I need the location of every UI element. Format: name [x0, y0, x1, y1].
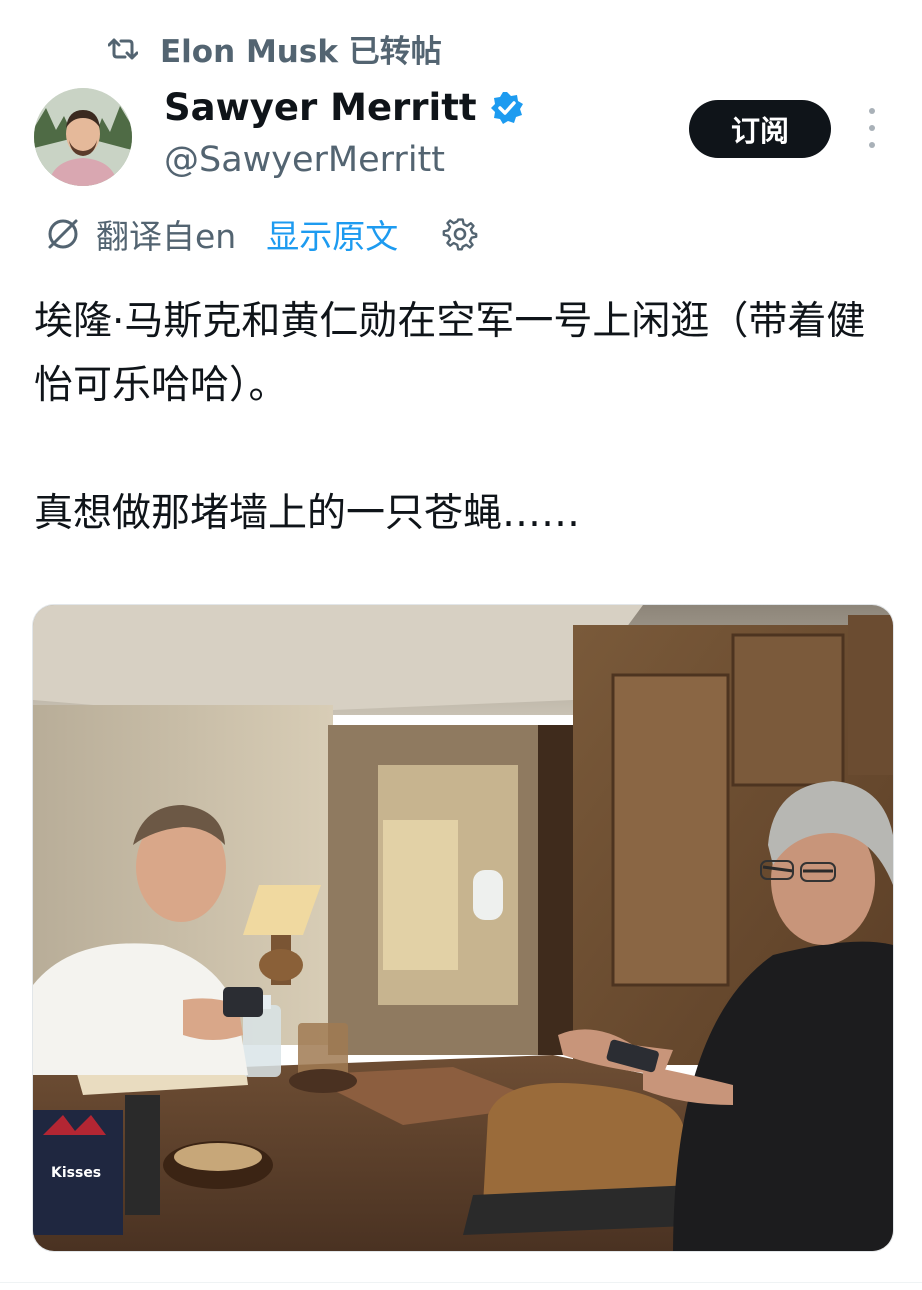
translation-bar: 翻译自en 显示原文: [44, 210, 478, 258]
translated-from-label: 翻译自en: [96, 217, 237, 256]
author-handle[interactable]: @SawyerMerritt: [164, 140, 445, 180]
display-name[interactable]: Sawyer Merritt: [164, 86, 477, 129]
more-icon[interactable]: [860, 108, 884, 148]
avatar-image: [34, 88, 132, 186]
photo-scene: Kisses: [33, 605, 893, 1251]
divider: [0, 1282, 922, 1283]
translate-icon: [48, 219, 78, 249]
kisses-box-label: Kisses: [51, 1165, 101, 1181]
show-original-link[interactable]: 显示原文: [266, 210, 398, 258]
author-name-row[interactable]: Sawyer Merritt: [164, 86, 525, 129]
verified-badge-icon: [490, 91, 523, 124]
subscribe-button[interactable]: 订阅: [689, 100, 831, 158]
repost-icon: [108, 38, 138, 59]
tweet-text: 埃隆·马斯克和黄仁勋在空军一号上闲逛（带着健怡可乐哈哈）。 真想做那堵墙上的一只…: [34, 299, 866, 536]
repost-label: Elon Musk 已转帖: [160, 34, 442, 70]
avatar[interactable]: [34, 88, 132, 186]
gear-icon[interactable]: [442, 216, 478, 252]
tweet-photo[interactable]: Kisses: [32, 604, 894, 1252]
repost-indicator[interactable]: Elon Musk 已转帖: [108, 26, 442, 71]
